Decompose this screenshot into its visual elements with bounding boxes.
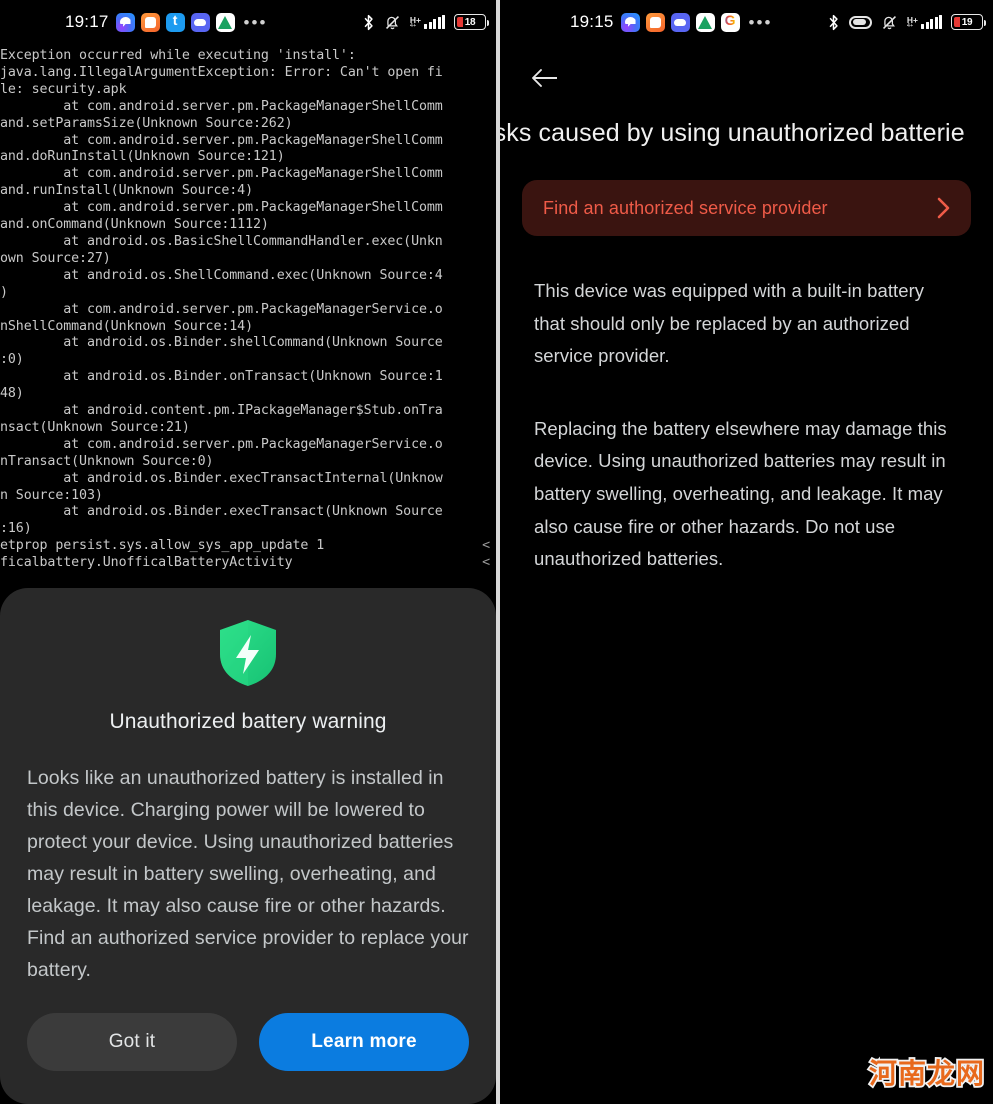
terminal-line: and.onCommand(Unknown Source:1112) <box>0 217 269 233</box>
terminal-line: at com.android.server.pm.PackageManagerS… <box>0 200 443 216</box>
terminal-line: 48) <box>0 386 24 402</box>
battery-level-label: 19 <box>961 16 973 28</box>
terminal-line: and.runInstall(Unknown Source:4) <box>0 183 253 199</box>
left-status-bar: 19:17 ••• <box>0 0 496 44</box>
watermark: 河南龙网 <box>867 1055 986 1092</box>
drive-icon <box>695 12 715 32</box>
terminal-command-line: ficalbattery.UnofficalBatteryActivity < <box>0 555 490 571</box>
back-row <box>500 44 993 95</box>
terminal-line: at android.os.Binder.onTransact(Unknown … <box>0 369 443 385</box>
network-type-label: H+ 4+ <box>906 15 918 29</box>
battery-icon: 19 <box>951 14 986 30</box>
terminal-line: java.lang.IllegalArgumentException: Erro… <box>0 64 443 80</box>
left-status-bar-end: H+ 4+ 18 <box>362 0 489 44</box>
status-overflow-dots: ••• <box>243 12 268 32</box>
messenger-icon <box>115 12 135 32</box>
paragraph-2: Replacing the battery elsewhere may dama… <box>534 417 947 570</box>
status-app-icons <box>115 12 235 32</box>
right-status-bar-end: H+ 4+ 19 <box>827 0 986 44</box>
terminal-line: own Source:27) <box>0 250 111 266</box>
twitter-icon <box>165 12 185 32</box>
dialog-icon-wrap <box>27 618 469 688</box>
discord-icon <box>190 12 210 32</box>
terminal-line: at android.os.ShellCommand.exec(Unknown … <box>0 267 443 283</box>
terminal-line: n Source:103) <box>0 487 103 503</box>
terminal-line-marker: < <box>482 538 490 554</box>
page-title: isks caused by using unauthorized batter… <box>500 119 965 147</box>
terminal-line: at com.android.server.pm.PackageManagerS… <box>0 98 443 114</box>
terminal-commands: etprop persist.sys.allow_sys_app_update … <box>0 538 496 572</box>
status-overflow-dots: ••• <box>748 12 773 32</box>
terminal-line: at com.android.server.pm.PackageManagerS… <box>0 132 443 148</box>
back-arrow-icon[interactable] <box>530 66 560 90</box>
left-phone-panel: 19:17 ••• <box>0 0 496 1104</box>
drive-icon <box>215 12 235 32</box>
screenshot-root: 19:17 ••• <box>0 0 993 1104</box>
terminal-line: le: security.apk <box>0 81 127 97</box>
bluetooth-icon <box>364 14 373 30</box>
terminal-line: nShellCommand(Unknown Source:14) <box>0 318 253 334</box>
terminal-line: nTransact(Unknown Source:0) <box>0 453 214 469</box>
dialog-body: Looks like an unauthorized battery is in… <box>27 767 469 981</box>
terminal-line: at com.android.server.pm.PackageManagerS… <box>0 166 443 182</box>
notifications-muted-icon <box>385 15 399 29</box>
notifications-muted-icon <box>882 15 896 29</box>
right-phone-panel: 19:15 ••• <box>500 0 993 1104</box>
green-shield-bolt-icon <box>220 620 276 686</box>
signal-hplus-icon: H+ 4+ <box>410 15 445 29</box>
signal-hplus-icon: H+ 4+ <box>907 15 942 29</box>
battery-warning-dialog: Unauthorized battery warning Looks like … <box>0 588 496 1104</box>
terminal-line: at com.android.server.pm.PackageManagerS… <box>0 301 443 317</box>
terminal-line: at android.os.BasicShellCommandHandler.e… <box>0 233 443 249</box>
orange-app-icon <box>140 12 160 32</box>
network-type-label: H+ 4+ <box>409 15 421 29</box>
discord-icon <box>670 12 690 32</box>
right-status-bar: 19:15 ••• <box>500 0 993 44</box>
dialog-actions: Got it Learn more <box>27 1013 469 1104</box>
signal-bars <box>921 15 942 29</box>
terminal-line: nsact(Unknown Source:21) <box>0 419 190 435</box>
terminal-output: Exception occurred while executing 'inst… <box>0 44 496 572</box>
status-app-icons <box>620 12 740 32</box>
got-it-button[interactable]: Got it <box>27 1013 237 1071</box>
terminal-command-line: etprop persist.sys.allow_sys_app_update … <box>0 538 490 554</box>
battery-icon: 18 <box>454 14 489 30</box>
learn-more-button[interactable]: Learn more <box>259 1013 469 1071</box>
battery-level-label: 18 <box>464 16 476 28</box>
status-clock: 19:15 <box>570 12 614 31</box>
status-clock: 19:17 <box>65 12 109 31</box>
terminal-line: at com.android.server.pm.PackageManagerS… <box>0 436 443 452</box>
terminal-line: at android.os.Binder.shellCommand(Unknow… <box>0 335 443 351</box>
terminal-line: at android.content.pm.IPackageManager$St… <box>0 403 443 419</box>
terminal-line-marker: < <box>482 555 490 571</box>
chevron-right-icon <box>937 197 950 219</box>
signal-bars <box>424 15 445 29</box>
terminal-stacktrace: Exception occurred while executing 'inst… <box>0 48 496 538</box>
dialog-title: Unauthorized battery warning <box>109 710 387 733</box>
bluetooth-icon <box>829 14 838 30</box>
terminal-line: at android.os.Binder.execTransactInterna… <box>0 470 443 486</box>
gmail-icon <box>720 12 740 32</box>
orange-app-icon <box>645 12 665 32</box>
banner-label: Find an authorized service provider <box>543 197 828 218</box>
paragraph-1: This device was equipped with a built-in… <box>534 280 925 367</box>
find-service-provider-banner[interactable]: Find an authorized service provider <box>522 180 971 236</box>
terminal-line: ) <box>0 284 8 300</box>
terminal-line: :0) <box>0 352 24 368</box>
power-saver-icon <box>848 15 872 29</box>
terminal-line: Exception occurred while executing 'inst… <box>0 48 356 63</box>
messenger-icon <box>620 12 640 32</box>
terminal-line: at android.os.Binder.execTransact(Unknow… <box>0 504 443 520</box>
terminal-line: and.doRunInstall(Unknown Source:121) <box>0 149 285 165</box>
terminal-line: and.setParamsSize(Unknown Source:262) <box>0 115 293 131</box>
terminal-line: :16) <box>0 521 32 537</box>
